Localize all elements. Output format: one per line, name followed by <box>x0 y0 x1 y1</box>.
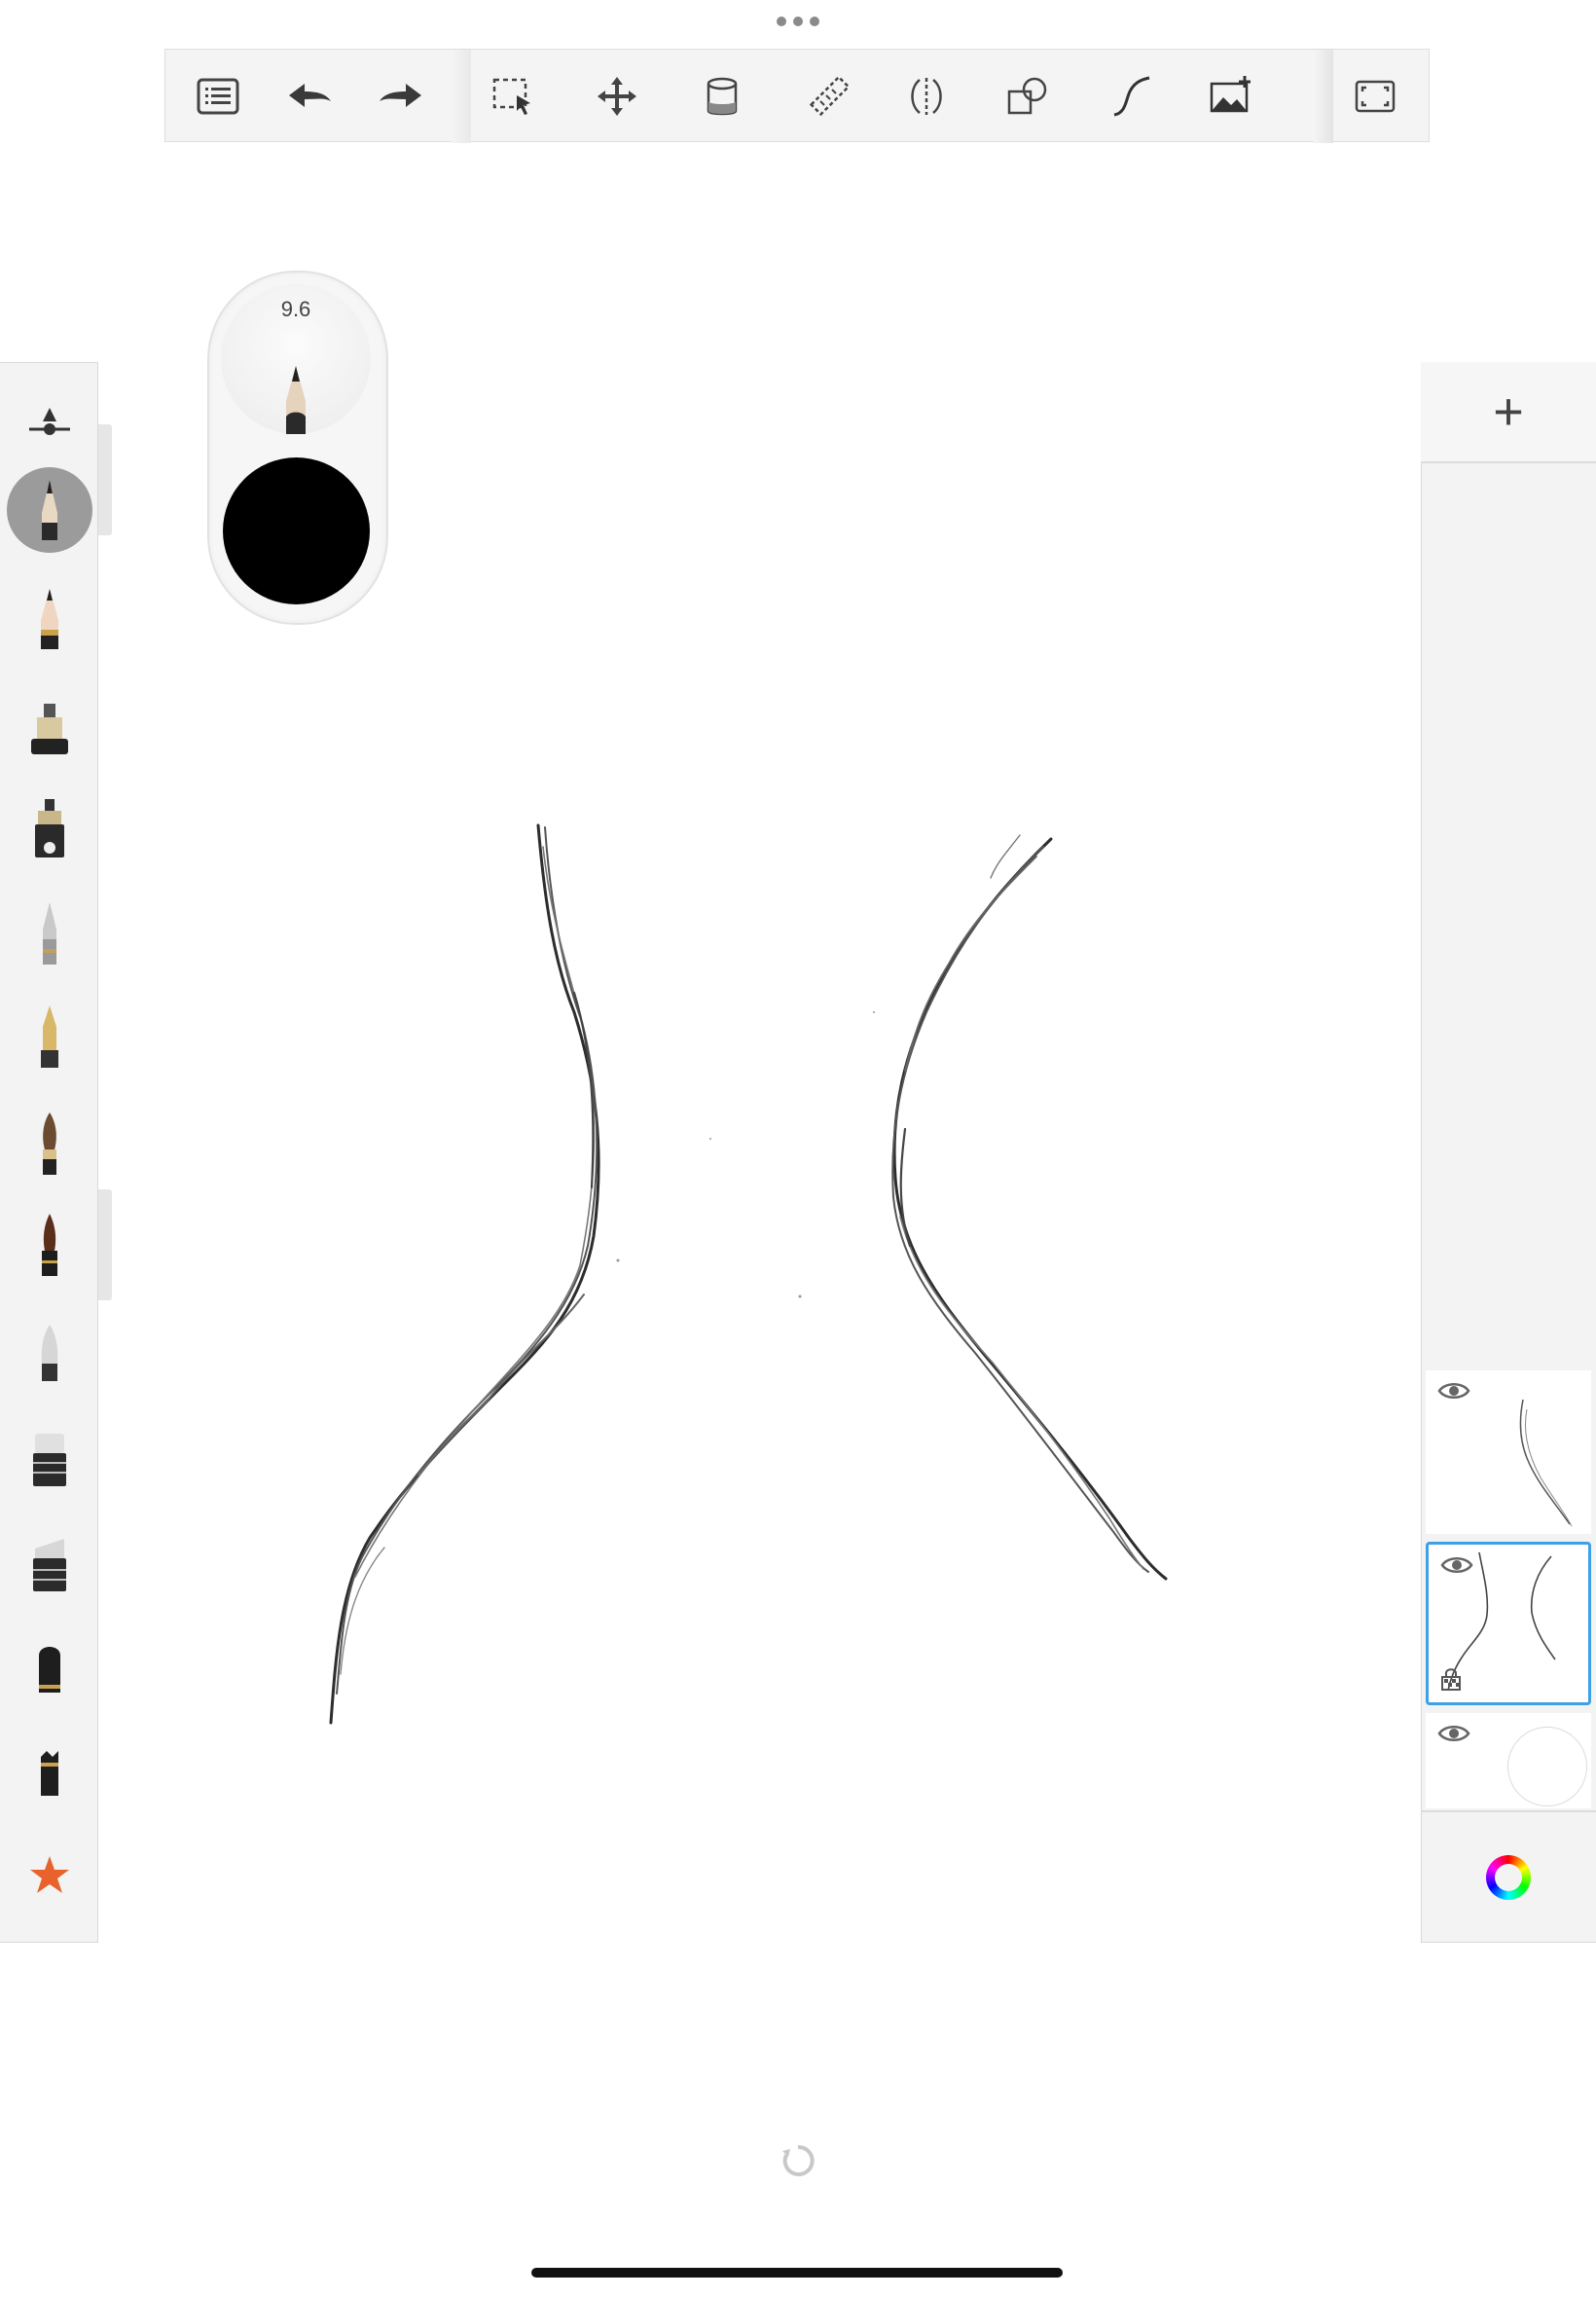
layer-thumbnail[interactable] <box>1426 1370 1591 1534</box>
main-toolbar <box>164 49 1430 143</box>
stroke-curve-icon[interactable] <box>1092 50 1170 143</box>
lock-transparency-icon <box>1441 1668 1461 1691</box>
eye-icon[interactable] <box>1437 1723 1470 1744</box>
symmetry-icon[interactable] <box>888 50 965 143</box>
shapes-icon[interactable] <box>989 50 1067 143</box>
fountain-pen-icon[interactable] <box>0 989 98 1086</box>
favorites-star-icon[interactable] <box>0 1828 98 1925</box>
add-image-icon[interactable] <box>1193 50 1271 143</box>
transform-icon[interactable] <box>578 50 656 143</box>
eraser-icon[interactable] <box>0 1409 98 1507</box>
add-layer-button[interactable]: + <box>1421 362 1596 463</box>
undo-icon[interactable] <box>271 50 348 143</box>
handle-dot <box>777 17 786 26</box>
redo-icon[interactable] <box>362 50 440 143</box>
ruler-icon[interactable] <box>790 50 868 143</box>
background-color-circle[interactable] <box>1507 1727 1587 1806</box>
list-icon[interactable] <box>179 50 257 143</box>
airbrush-icon[interactable] <box>0 1304 98 1402</box>
toolbar-divider <box>1314 50 1333 143</box>
sync-spinner-icon <box>782 2144 815 2176</box>
palette-scroll-tab[interactable] <box>98 1189 112 1300</box>
blender-icon[interactable] <box>0 1723 98 1820</box>
toolbar-divider <box>452 50 471 143</box>
home-indicator[interactable] <box>531 2268 1063 2278</box>
soft-eraser-icon[interactable] <box>0 1514 98 1612</box>
fullscreen-icon[interactable] <box>1336 50 1414 143</box>
fill-bucket-icon[interactable] <box>683 50 761 143</box>
graphite-pencil-icon[interactable] <box>0 570 98 668</box>
pencil-brush-icon[interactable] <box>0 461 98 559</box>
ballpoint-pen-icon[interactable] <box>0 886 98 983</box>
top-drag-handle[interactable] <box>769 14 827 29</box>
ink-brush-icon[interactable] <box>0 1197 98 1294</box>
layer-preview <box>1519 1399 1573 1527</box>
brush-size-value: 9.6 <box>280 297 311 321</box>
pencil-icon <box>286 366 306 434</box>
background-layer-thumbnail[interactable] <box>1426 1713 1591 1808</box>
brush-settings-icon[interactable] <box>0 366 98 463</box>
handle-dot <box>793 17 803 26</box>
layer-panel <box>1421 362 1596 1943</box>
smudge-icon[interactable] <box>0 1620 98 1717</box>
paint-brush-icon[interactable] <box>0 1096 98 1193</box>
ink-pen-icon[interactable] <box>0 781 98 878</box>
marker-icon[interactable] <box>0 679 98 777</box>
layer-thumbnail[interactable] <box>1426 1542 1591 1705</box>
palette-scroll-tab[interactable] <box>98 424 112 535</box>
current-color-swatch[interactable] <box>223 457 370 604</box>
selection-icon[interactable] <box>475 50 553 143</box>
color-editor-button[interactable] <box>1421 1810 1596 1943</box>
color-wheel-icon <box>1486 1855 1531 1900</box>
handle-dot <box>810 17 819 26</box>
